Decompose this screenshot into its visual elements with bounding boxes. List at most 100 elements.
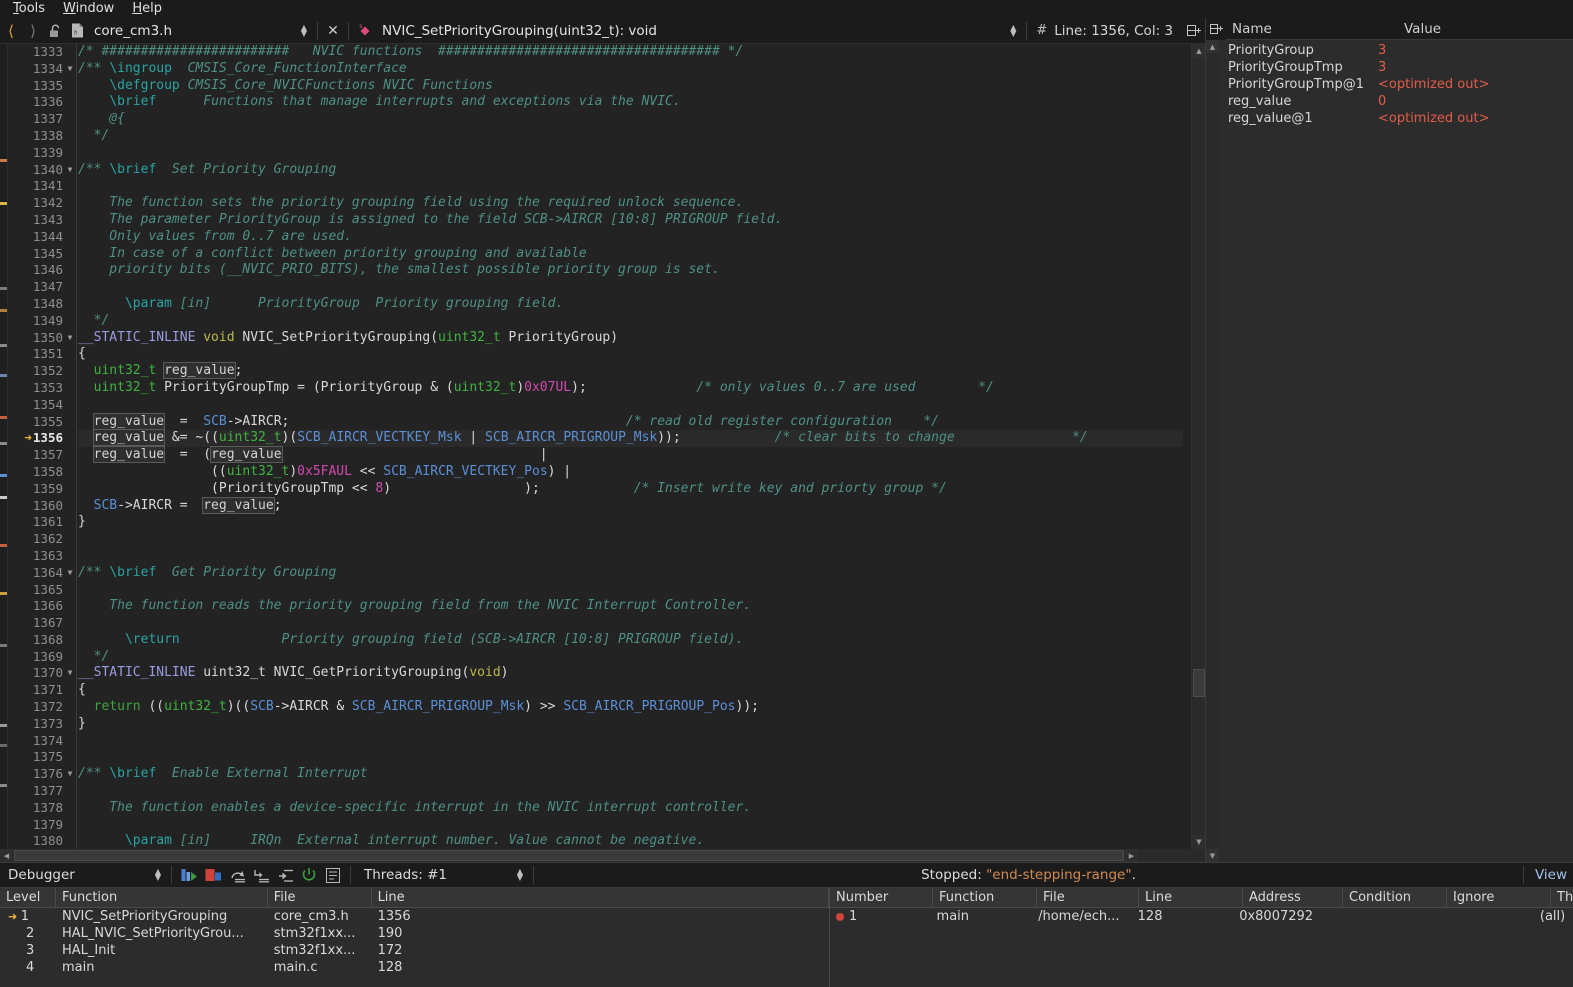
code-line[interactable]: ((uint32_t)0x5FAUL << SCB_AIRCR_VECTKEY_… (78, 464, 1183, 481)
stack-col-level[interactable]: Level (0, 888, 56, 907)
line-number[interactable]: 1369 (8, 649, 77, 666)
code-line[interactable] (78, 749, 1183, 766)
variable-row[interactable]: PriorityGroup3 (1206, 42, 1573, 59)
bp-col-ignore[interactable]: Ignore (1447, 888, 1551, 907)
editor-marker[interactable] (0, 474, 7, 477)
bp-col-condition[interactable]: Condition (1343, 888, 1447, 907)
line-number[interactable]: 1338 (8, 128, 77, 145)
split-editor-icon[interactable] (1183, 19, 1205, 43)
variable-value[interactable]: 0 (1378, 93, 1386, 110)
code-line[interactable]: { (78, 682, 1183, 699)
code-line[interactable]: __STATIC_INLINE void NVIC_SetPriorityGro… (78, 330, 1183, 347)
line-number[interactable]: 1345 (8, 246, 77, 263)
bp-col-file[interactable]: File (1037, 888, 1139, 907)
continue-icon[interactable] (177, 864, 201, 886)
file-selector-spinner[interactable]: ▲▼ (296, 25, 312, 37)
stack-table-body[interactable]: ➜ 1NVIC_SetPriorityGroupingcore_cm3.h135… (0, 908, 829, 976)
line-number[interactable]: 1348 (8, 296, 77, 313)
table-row[interactable]: ➜ 1NVIC_SetPriorityGroupingcore_cm3.h135… (0, 908, 829, 925)
symbol-selector-spinner[interactable]: ▲▼ (1005, 25, 1021, 37)
code-line[interactable]: The function sets the priority grouping … (78, 195, 1183, 212)
line-number[interactable]: 1351 (8, 346, 77, 363)
variables-scroll-up-icon[interactable]: ▲ (1206, 40, 1219, 53)
line-number[interactable]: 1377 (8, 783, 77, 800)
code-line[interactable]: /** \ingroup CMSIS_Core_FunctionInterfac… (78, 61, 1183, 78)
line-number[interactable]: 1363 (8, 548, 77, 565)
line-number[interactable]: 1340▼ (8, 162, 77, 179)
line-number[interactable]: 1344 (8, 229, 77, 246)
fold-toggle-icon[interactable]: ▼ (65, 766, 75, 783)
code-line[interactable]: /* ######################## NVIC functio… (78, 44, 1183, 61)
debugger-selector-spinner[interactable]: ▲▼ (150, 869, 166, 881)
editor-marker[interactable] (0, 416, 7, 419)
line-number[interactable]: 1371 (8, 682, 77, 699)
scroll-right-icon[interactable]: ▶ (1125, 849, 1138, 862)
source-code-area[interactable]: /* ######################## NVIC functio… (78, 44, 1183, 862)
table-row[interactable]: 1main/home/ech...1280x8007292(all) (830, 908, 1573, 925)
breakpoints-table[interactable]: Number Function File Line Address Condit… (830, 888, 1573, 987)
line-number[interactable]: 1366 (8, 598, 77, 615)
line-number[interactable]: 1368 (8, 632, 77, 649)
code-line[interactable]: The function reads the priority grouping… (78, 598, 1183, 615)
editor-marker[interactable] (0, 744, 7, 747)
step-into-icon[interactable] (249, 864, 273, 886)
line-number[interactable]: 1333 (8, 44, 77, 61)
code-line[interactable] (78, 733, 1183, 750)
stop-icon[interactable] (201, 864, 225, 886)
line-number[interactable]: 1364▼ (8, 565, 77, 582)
chevron-right-icon[interactable]: ⟩ (22, 19, 44, 43)
line-number[interactable]: 1353 (8, 380, 77, 397)
code-line[interactable]: @{ (78, 111, 1183, 128)
breakpoints-table-body[interactable]: 1main/home/ech...1280x8007292(all) (830, 908, 1573, 925)
line-number-gutter[interactable]: 13331334▼133513361337133813391340▼134113… (8, 44, 77, 862)
view-menu-button[interactable]: View (1529, 867, 1573, 883)
code-line[interactable] (78, 145, 1183, 162)
reset-icon[interactable] (297, 864, 321, 886)
editor-marker[interactable] (0, 442, 7, 445)
code-line[interactable]: In case of a conflict between priority g… (78, 246, 1183, 263)
symbol-selector[interactable]: NVIC_SetPriorityGrouping(uint32_t): void (376, 19, 1005, 43)
editor-hscroll-thumb[interactable] (14, 850, 1124, 861)
step-out-icon[interactable] (273, 864, 297, 886)
code-line[interactable]: priority bits (__NVIC_PRIO_BITS), the sm… (78, 262, 1183, 279)
editor-horizontal-scrollbar[interactable]: ◀ ▶ (0, 849, 1205, 862)
editor-marker[interactable] (0, 344, 7, 347)
variable-value[interactable]: <optimized out> (1378, 110, 1489, 127)
line-number[interactable]: 1346 (8, 262, 77, 279)
code-line[interactable]: reg_value = SCB->AIRCR; /* read old regi… (78, 414, 1183, 431)
editor-marker[interactable] (0, 202, 7, 205)
scroll-up-icon[interactable]: ▲ (1192, 44, 1206, 58)
fold-toggle-icon[interactable]: ▼ (65, 565, 75, 582)
code-line[interactable]: } (78, 514, 1183, 531)
line-number[interactable]: 1375 (8, 749, 77, 766)
menu-item-tools[interactable]: TToolsools (4, 0, 54, 18)
variable-row[interactable]: reg_value@1<optimized out> (1206, 110, 1573, 127)
fold-toggle-icon[interactable]: ▼ (65, 665, 75, 682)
code-line[interactable]: uint32_t reg_value; (78, 363, 1183, 380)
variable-row[interactable]: PriorityGroupTmp3 (1206, 59, 1573, 76)
locals-variables-panel[interactable]: Name Value ▲ ▼ PriorityGroup3PriorityGro… (1205, 18, 1573, 862)
expand-all-icon[interactable] (1206, 18, 1226, 40)
breakpoint-enabled-icon[interactable] (836, 913, 844, 921)
code-line[interactable]: \param [in] IRQn External interrupt numb… (78, 833, 1183, 850)
bp-col-number[interactable]: Number (830, 888, 933, 907)
code-line[interactable]: \return Priority grouping field (SCB->AI… (78, 632, 1183, 649)
table-row[interactable]: 3HAL_Initstm32f1xx...172 (0, 942, 829, 959)
line-number[interactable]: 1342 (8, 195, 77, 212)
line-number[interactable]: 1352 (8, 363, 77, 380)
code-line[interactable]: __STATIC_INLINE uint32_t NVIC_GetPriorit… (78, 665, 1183, 682)
editor-marker[interactable] (0, 159, 7, 162)
variables-scroll-down-icon[interactable]: ▼ (1206, 849, 1219, 862)
line-number[interactable]: 1359 (8, 481, 77, 498)
editor-marker[interactable] (0, 592, 7, 595)
line-number[interactable]: 1350▼ (8, 330, 77, 347)
stack-col-file[interactable]: File (268, 888, 372, 907)
scroll-left-icon[interactable]: ◀ (0, 849, 13, 862)
line-number[interactable]: 1365 (8, 582, 77, 599)
variables-vertical-scrollbar[interactable]: ▲ ▼ (1206, 40, 1219, 862)
editor-marker-strip[interactable] (0, 44, 8, 862)
code-line[interactable]: uint32_t PriorityGroupTmp = (PriorityGro… (78, 380, 1183, 397)
unlock-icon[interactable] (44, 19, 66, 43)
stack-col-function[interactable]: Function (56, 888, 268, 907)
line-number[interactable]: 1341 (8, 178, 77, 195)
